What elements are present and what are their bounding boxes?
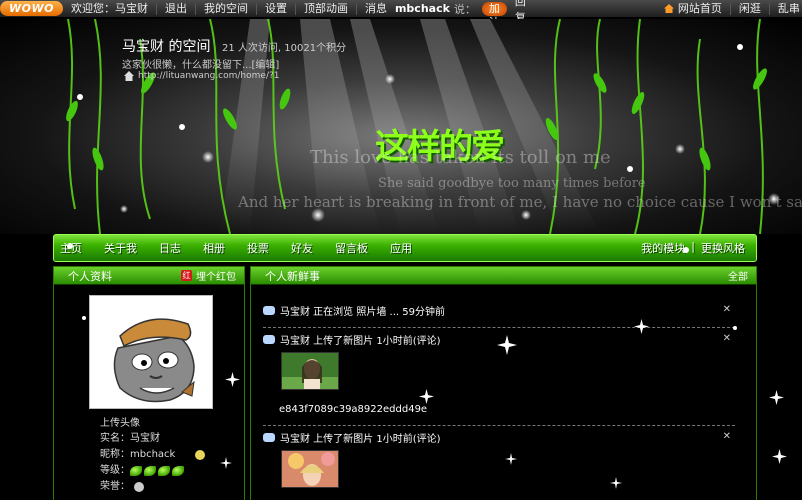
space-title: 马宝财 的空间 [122,39,211,55]
space-stats: 21 人次访问, 10021个积分 [222,43,347,54]
leaf-icon [158,466,170,476]
space-nav: 主页 关于我 日志 相册 投票 好友 留言板 应用 我的模块 | 更换风格 [53,234,757,262]
feed-divider [263,425,735,426]
feed-line: 马宝财 上传了新图片 1小时前(评论) [263,332,743,347]
red-packet-link[interactable]: 红埋个红包 [181,268,236,283]
photo-caption: e843f7089c39a8922eddd49e [279,404,428,415]
wolf-avatar-image [90,296,212,408]
nickname-label: 昵称： [100,449,130,460]
honor-label: 荣誉： [100,481,130,492]
status-say-label: 说： [453,2,476,16]
close-icon[interactable]: ✕ [723,304,731,315]
top-bar: WOWO 欢迎您：马宝财 退出 我的空间 设置 顶部动画 消息 mbchack … [0,0,802,29]
feed-divider [263,327,735,328]
profile-panel: 个人资料 红埋个红包 上传头像 实名： 马宝财 昵称： mbchack 等级： … [53,266,245,500]
nav-item-friends[interactable]: 好友 [280,240,324,256]
news-header: 个人新鲜事 全部 [251,267,756,285]
feed-line: 马宝财 上传了新图片 1小时前(评论) [263,430,743,445]
banner-lyric-line: She said goodbye too many times before [378,176,646,191]
news-all-link[interactable]: 全部 [728,268,748,283]
photo-thumbnail-image [282,353,338,389]
feed-text[interactable]: 马宝财 上传了新图片 1小时前(评论) [280,332,441,347]
close-icon[interactable]: ✕ [723,333,731,344]
bulb-icon [195,450,206,460]
space-url[interactable]: http://lituanwang.com/home/?1 [124,71,279,81]
upload-avatar-link[interactable]: 上传头像 [100,414,140,429]
nickname-value: mbchack [130,449,176,460]
feed-text[interactable]: 马宝财 上传了新图片 1小时前(评论) [280,430,441,445]
news-panel: 个人新鲜事 全部 马宝财 正在浏览 照片墙 ... 59分钟前 ✕ 马宝财 上传… [250,266,757,500]
honor-badge-icon [134,482,144,492]
home-icon [124,71,134,81]
feed-line: 马宝财 正在浏览 照片墙 ... 59分钟前 [263,303,743,318]
my-space-link[interactable]: 我的空间 [194,2,256,15]
settings-link[interactable]: 设置 [255,2,295,15]
logout-link[interactable]: 退出 [155,2,195,15]
nickname-row: 昵称： mbchack [100,447,206,463]
status-username: mbchack [394,2,450,15]
nav-item-guestbook[interactable]: 留言板 [324,240,379,256]
leaf-icon [172,466,184,476]
space-description[interactable]: 这家伙很懒，什么都没留下...[编辑] [122,56,279,71]
feed-item: 马宝财 上传了新图片 1小时前(评论) ✕ e843f7089c39a8922e… [263,332,743,415]
home-icon [663,4,674,13]
profile-header: 个人资料 红埋个红包 [54,267,244,285]
wowo-logo[interactable]: WOWO [0,0,63,18]
site-links: 网站首页 闲逛 乱串 [656,2,802,15]
avatar[interactable] [89,295,213,409]
profile-title: 个人资料 [68,269,112,283]
nav-item-blog[interactable]: 日志 [148,240,192,256]
jiayou-button[interactable]: 加油 [481,1,507,29]
site-home-link[interactable]: 网站首页 [656,2,730,15]
banner-lyric-line: And her heart is breaking in front of me… [238,193,802,211]
feed-photo-thumbnail[interactable] [281,352,339,390]
nav-item-home[interactable]: 主页 [54,240,93,256]
nav-item-album[interactable]: 相册 [192,240,236,256]
my-modules-link[interactable]: 我的模块 [638,240,688,256]
feed-item: 马宝财 上传了新图片 1小时前(评论) ✕ [263,430,743,488]
red-packet-icon: 红 [181,270,192,281]
random-link[interactable]: 乱串 [768,2,802,15]
nav-item-apps[interactable]: 应用 [379,240,423,256]
browse-link[interactable]: 闲逛 [729,2,769,15]
greeting-text: 欢迎您：马宝财 [70,1,148,15]
level-label: 等级： [100,465,130,476]
news-feed: 马宝财 正在浏览 照片墙 ... 59分钟前 ✕ 马宝财 上传了新图片 1小时前… [263,303,743,488]
real-name-label: 实名： [100,433,130,444]
top-animation-link[interactable]: 顶部动画 [294,2,356,15]
level-row: 等级： [100,463,205,479]
comment-icon [263,305,275,315]
feed-photo-thumbnail[interactable] [281,450,339,488]
real-name-value: 马宝财 [130,433,160,444]
banner-lyric-line: This love has taken its toll on me [310,147,611,168]
feed-text[interactable]: 马宝财 正在浏览 照片墙 ... 59分钟前 [280,303,445,318]
news-title: 个人新鲜事 [265,269,320,283]
leaf-icon [130,466,142,476]
nav-divider: | [691,240,695,253]
photo-thumbnail-image [282,451,338,487]
feed-item: 马宝财 正在浏览 照片墙 ... 59分钟前 ✕ [263,303,743,318]
real-name-row: 实名： 马宝财 [100,431,205,447]
change-style-link[interactable]: 更换风格 [698,240,748,256]
nav-item-about[interactable]: 关于我 [93,240,148,256]
comment-icon [263,432,275,442]
leaf-icon [144,466,156,476]
messages-link[interactable]: 消息 [355,2,395,15]
comment-icon [263,334,275,344]
profile-info: 实名： 马宝财 昵称： mbchack 等级： 荣誉： [100,431,206,495]
space-banner: 马宝财 的空间 21 人次访问, 10021个积分 这家伙很懒，什么都没留下..… [0,19,802,234]
nav-right: 我的模块 | 更换风格 [638,240,756,256]
close-icon[interactable]: ✕ [723,431,731,442]
nav-item-vote[interactable]: 投票 [236,240,280,256]
honor-row: 荣誉： [100,479,205,495]
